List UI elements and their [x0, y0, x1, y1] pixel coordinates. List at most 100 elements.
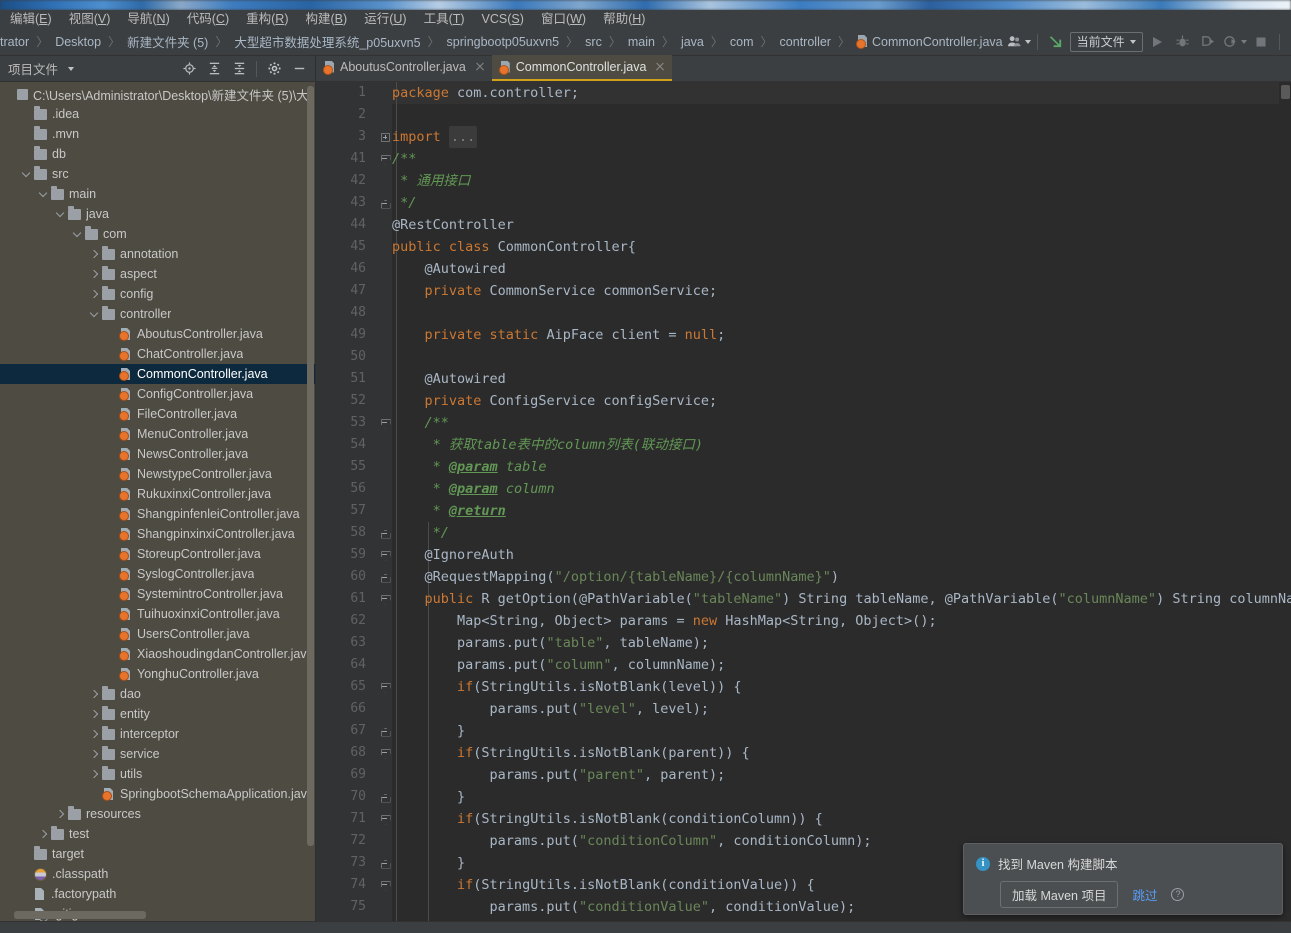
fold-region-end-icon[interactable] — [381, 793, 390, 802]
breadcrumb-item-7[interactable]: java — [677, 33, 708, 51]
fold-region-end-icon[interactable] — [381, 529, 390, 538]
tree-node[interactable]: SpringbootSchemaApplication.java — [0, 784, 315, 804]
profiler-icon[interactable] — [1223, 31, 1247, 53]
menu-item-2[interactable]: 导航(N) — [119, 10, 178, 28]
tree-node[interactable]: TuihuoxinxiController.java — [0, 604, 315, 624]
tree-node[interactable]: resources — [0, 804, 315, 824]
fold-collapse-icon[interactable] — [381, 595, 390, 604]
editor-tab[interactable]: AboutusController.java — [316, 55, 492, 81]
code-editor[interactable]: 1 2 3 41 42 43 44 45 46 47 48 49 50 51 52 53 54 55 56 57 58 5… — [316, 82, 1291, 933]
fold-marker[interactable] — [378, 412, 392, 434]
chevron-down-icon[interactable] — [21, 169, 32, 180]
menu-item-6[interactable]: 运行(U) — [356, 10, 415, 28]
run-icon[interactable] — [1145, 31, 1169, 53]
tree-node[interactable]: interceptor — [0, 724, 315, 744]
breadcrumb-item-2[interactable]: 新建文件夹 (5) — [123, 30, 212, 53]
tree-node[interactable]: java — [0, 204, 315, 224]
fold-marker[interactable] — [378, 126, 392, 148]
collapse-all-icon[interactable] — [227, 58, 251, 80]
fold-region-end-icon[interactable] — [381, 727, 390, 736]
editor-vertical-scrollbar[interactable] — [1279, 82, 1291, 104]
tree-node[interactable]: ConfigController.java — [0, 384, 315, 404]
chevron-right-icon[interactable] — [38, 829, 49, 840]
run-with-coverage-icon[interactable] — [1197, 31, 1221, 53]
tree-node[interactable]: annotation — [0, 244, 315, 264]
tree-node[interactable]: ShangpinfenleiController.java — [0, 504, 315, 524]
chevron-right-icon[interactable] — [89, 749, 100, 760]
tree-node[interactable]: utils — [0, 764, 315, 784]
run-configuration-selector[interactable]: 当前文件 — [1069, 31, 1143, 52]
chevron-down-icon[interactable] — [89, 309, 100, 320]
fold-marker[interactable] — [378, 588, 392, 610]
expand-all-icon[interactable] — [202, 58, 226, 80]
breadcrumb-item-1[interactable]: Desktop — [51, 33, 105, 51]
user-profile-icon[interactable] — [1007, 31, 1031, 53]
load-maven-project-button[interactable]: 加载 Maven 项目 — [1000, 881, 1119, 908]
tree-node[interactable]: NewstypeController.java — [0, 464, 315, 484]
tree-node[interactable]: RukuxinxiController.java — [0, 484, 315, 504]
fold-region-end-icon[interactable] — [381, 199, 390, 208]
fold-collapse-icon[interactable] — [381, 155, 390, 164]
breadcrumb-item-8[interactable]: com — [726, 33, 758, 51]
tree-node[interactable]: com — [0, 224, 315, 244]
fold-region-end-icon[interactable] — [381, 573, 390, 582]
locate-icon[interactable] — [177, 58, 201, 80]
breadcrumb-item-3[interactable]: 大型超市数据处理系统_p05uxvn5 — [230, 30, 424, 53]
fold-marker[interactable] — [378, 720, 392, 742]
tree-node[interactable]: SyslogController.java — [0, 564, 315, 584]
breadcrumb-item-4[interactable]: springbootp05uxvn5 — [443, 33, 564, 51]
chevron-right-icon[interactable] — [89, 709, 100, 720]
fold-collapse-icon[interactable] — [381, 419, 390, 428]
tree-node[interactable]: dao — [0, 684, 315, 704]
breadcrumb-current-file[interactable]: CommonController.java — [853, 33, 1007, 51]
project-file-tree[interactable]: C:\Users\Administrator\Desktop\新建文件夹 (5)… — [0, 82, 315, 933]
tree-node[interactable]: controller — [0, 304, 315, 324]
menu-item-1[interactable]: 视图(V) — [61, 10, 120, 28]
fold-marker[interactable] — [378, 852, 392, 874]
code-text-area[interactable]: package com.controller; import ... /** * … — [392, 82, 1291, 933]
menu-item-10[interactable]: 帮助(H) — [595, 10, 654, 28]
chevron-down-icon[interactable] — [55, 209, 66, 220]
tree-node[interactable]: XiaoshoudingdanController.java — [0, 644, 315, 664]
tree-node[interactable]: SystemintroController.java — [0, 584, 315, 604]
close-icon[interactable] — [654, 61, 666, 73]
project-vertical-scrollbar[interactable] — [307, 86, 314, 876]
tree-node[interactable]: FileController.java — [0, 404, 315, 424]
tree-node[interactable]: test — [0, 824, 315, 844]
menu-item-5[interactable]: 构建(B) — [298, 10, 357, 28]
tree-node[interactable]: UsersController.java — [0, 624, 315, 644]
fold-marker[interactable] — [378, 544, 392, 566]
code-folding-gutter[interactable] — [378, 82, 392, 933]
chevron-down-icon[interactable] — [38, 189, 49, 200]
fold-collapse-icon[interactable] — [381, 881, 390, 890]
project-horizontal-scrollbar[interactable] — [14, 911, 146, 919]
menu-item-4[interactable]: 重构(R) — [238, 10, 297, 28]
fold-expand-icon[interactable] — [380, 132, 390, 142]
tree-node[interactable]: src — [0, 164, 315, 184]
menu-item-8[interactable]: VCS(S) — [474, 10, 533, 28]
chevron-right-icon[interactable] — [89, 769, 100, 780]
tree-node[interactable]: CommonController.java — [0, 364, 315, 384]
tree-node[interactable]: entity — [0, 704, 315, 724]
breadcrumb-item-0[interactable]: trator — [0, 33, 33, 51]
scrollbar-thumb[interactable] — [1281, 85, 1290, 99]
fold-marker[interactable] — [378, 522, 392, 544]
fold-marker[interactable] — [378, 148, 392, 170]
fold-marker[interactable] — [378, 566, 392, 588]
tree-node[interactable]: NewsController.java — [0, 444, 315, 464]
fold-region-end-icon[interactable] — [381, 859, 390, 868]
tree-node[interactable]: .classpath — [0, 864, 315, 884]
menu-item-3[interactable]: 代码(C) — [179, 10, 238, 28]
tree-node[interactable]: MenuController.java — [0, 424, 315, 444]
fold-marker[interactable] — [378, 786, 392, 808]
chevron-down-icon[interactable] — [72, 229, 83, 240]
tree-node[interactable]: YonghuController.java — [0, 664, 315, 684]
tree-node[interactable]: aspect — [0, 264, 315, 284]
tree-node[interactable]: .idea — [0, 104, 315, 124]
stop-icon[interactable] — [1249, 31, 1273, 53]
fold-marker[interactable] — [378, 742, 392, 764]
fold-marker[interactable] — [378, 192, 392, 214]
chevron-right-icon[interactable] — [89, 729, 100, 740]
tree-node[interactable]: .factorypath — [0, 884, 315, 904]
breadcrumb-item-5[interactable]: src — [581, 33, 606, 51]
